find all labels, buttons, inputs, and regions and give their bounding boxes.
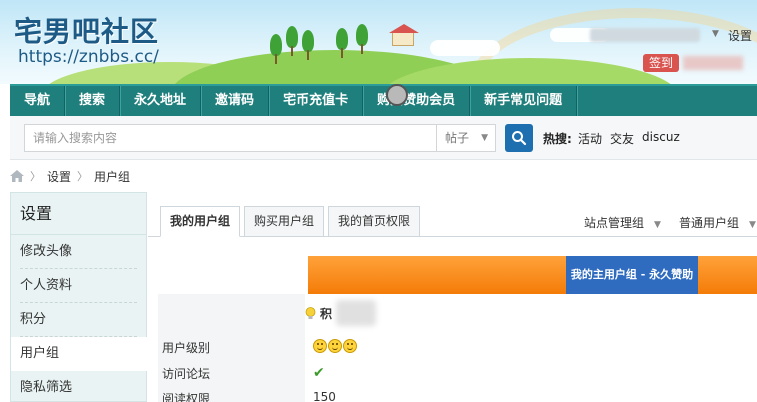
user-level-label: 用户级别 xyxy=(162,341,211,355)
primary-usergroup-title: 我的主用户组 - 永久赞助 xyxy=(566,256,698,294)
cloud-decoration xyxy=(430,40,500,56)
username-blurred[interactable] xyxy=(590,28,700,42)
nav-item-search[interactable]: 搜索 xyxy=(65,86,121,116)
usergroup-header-bar: 我的主用户组 - 永久赞助 xyxy=(308,256,757,294)
site-logo-title[interactable]: 宅男吧社区 xyxy=(14,10,159,50)
search-type-label: 帖子 xyxy=(445,131,470,145)
nav-item-guide[interactable]: 导航 xyxy=(10,86,66,116)
credits-row: 积 xyxy=(305,298,377,328)
tree-icon xyxy=(270,34,282,64)
nav-item-coin-card[interactable]: 宅币充值卡 xyxy=(269,86,364,116)
home-icon[interactable] xyxy=(10,170,24,182)
checkin-blurred-text xyxy=(683,56,743,70)
forum-access-label: 访问论坛 xyxy=(162,367,211,381)
breadcrumb-separator-icon: 〉 xyxy=(77,170,89,183)
chevron-down-icon: ▼ xyxy=(481,133,488,143)
breadcrumb-separator-icon: 〉 xyxy=(30,170,41,183)
table-row: 访问论坛 ✔ xyxy=(158,361,757,385)
sidebar-item-profile[interactable]: 个人资料 xyxy=(11,269,146,303)
chevron-down-icon: ▼ xyxy=(654,220,661,230)
admin-group-dropdown-label: 站点管理组 xyxy=(584,216,645,230)
tab-my-usergroup[interactable]: 我的用户组 xyxy=(160,206,241,237)
sidebar-item-avatar[interactable]: 修改头像 xyxy=(11,235,146,269)
search-input[interactable] xyxy=(24,124,436,152)
user-settings-link[interactable]: 设置 xyxy=(728,27,752,44)
breadcrumb: 〉 设置 〉 用户组 xyxy=(10,167,130,185)
breadcrumb-item[interactable]: 用户组 xyxy=(94,168,130,185)
sidebar-item-usergroup[interactable]: 用户组 xyxy=(11,337,147,371)
sidebar-item-credits[interactable]: 积分 xyxy=(11,303,146,337)
hot-search-links: 活动 交友 discuz xyxy=(578,130,680,147)
search-button[interactable] xyxy=(505,124,533,152)
breadcrumb-item[interactable]: 设置 xyxy=(47,168,71,185)
nav-item-invite-code[interactable]: 邀请码 xyxy=(201,86,270,116)
hot-search-link[interactable]: 交友 xyxy=(610,130,634,147)
search-icon xyxy=(512,131,527,146)
check-icon: ✔ xyxy=(313,365,325,381)
chevron-down-icon[interactable]: ▼ xyxy=(712,29,719,39)
smiley-icon xyxy=(343,339,357,353)
tree-icon xyxy=(336,28,348,58)
chevron-down-icon: ▼ xyxy=(749,220,756,230)
lightbulb-icon xyxy=(305,306,316,319)
hot-search-label: 热搜: xyxy=(543,132,572,146)
mouse-cursor-icon xyxy=(386,84,408,106)
table-row: 用户级别 xyxy=(158,335,757,359)
main-nav: 导航 搜索 永久地址 邀请码 宅币充值卡 购买赞助会员 新手常见问题 xyxy=(10,84,757,116)
search-type-select[interactable]: 帖子 ▼ xyxy=(436,124,496,152)
read-permission-value: 150 xyxy=(313,390,336,402)
sidebar-item-privacy[interactable]: 隐私筛选 xyxy=(11,371,146,402)
table-row: 阅读权限 150 xyxy=(158,386,757,402)
settings-sidebar: 设置 修改头像 个人资料 积分 用户组 隐私筛选 xyxy=(10,192,147,402)
tab-buy-usergroup[interactable]: 购买用户组 xyxy=(244,206,325,237)
search-bar: 帖子 ▼ 热搜: 活动 交友 discuz xyxy=(10,116,757,160)
tree-icon xyxy=(302,30,314,60)
smiley-icon xyxy=(328,339,342,353)
hot-search-link[interactable]: 活动 xyxy=(578,130,602,147)
hot-search-link[interactable]: discuz xyxy=(642,130,680,147)
house-icon xyxy=(389,24,419,46)
credits-label: 积 xyxy=(320,306,333,321)
user-level-value xyxy=(313,339,357,353)
read-permission-label: 阅读权限 xyxy=(162,392,211,402)
admin-group-dropdown[interactable]: 站点管理组 ▼ xyxy=(584,214,661,231)
usergroup-tabs: 我的用户组 购买用户组 我的首页权限 xyxy=(160,206,424,237)
sidebar-title: 设置 xyxy=(11,193,146,235)
smiley-icon xyxy=(313,339,327,353)
nav-item-buy-sponsor[interactable]: 购买赞助会员 xyxy=(363,86,471,116)
nav-item-faq[interactable]: 新手常见问题 xyxy=(470,86,578,116)
tab-home-permissions[interactable]: 我的首页权限 xyxy=(328,206,421,237)
normal-group-dropdown-label: 普通用户组 xyxy=(679,216,740,230)
checkin-button[interactable]: 签到 xyxy=(643,54,680,72)
credits-blurred-value xyxy=(336,300,377,326)
tree-icon xyxy=(286,26,298,56)
normal-group-dropdown[interactable]: 普通用户组 ▼ xyxy=(679,214,756,231)
site-header: 宅男吧社区 https://znbbs.cc/ ▼ 设置 签到 xyxy=(0,0,757,84)
site-logo-url: https://znbbs.cc/ xyxy=(18,47,159,67)
nav-item-permanent-address[interactable]: 永久地址 xyxy=(120,86,202,116)
usergroup-panel: 我的用户组 购买用户组 我的首页权限 站点管理组 ▼ 普通用户组 ▼ 我的主用户组 … xyxy=(148,192,757,402)
tree-icon xyxy=(356,24,368,54)
